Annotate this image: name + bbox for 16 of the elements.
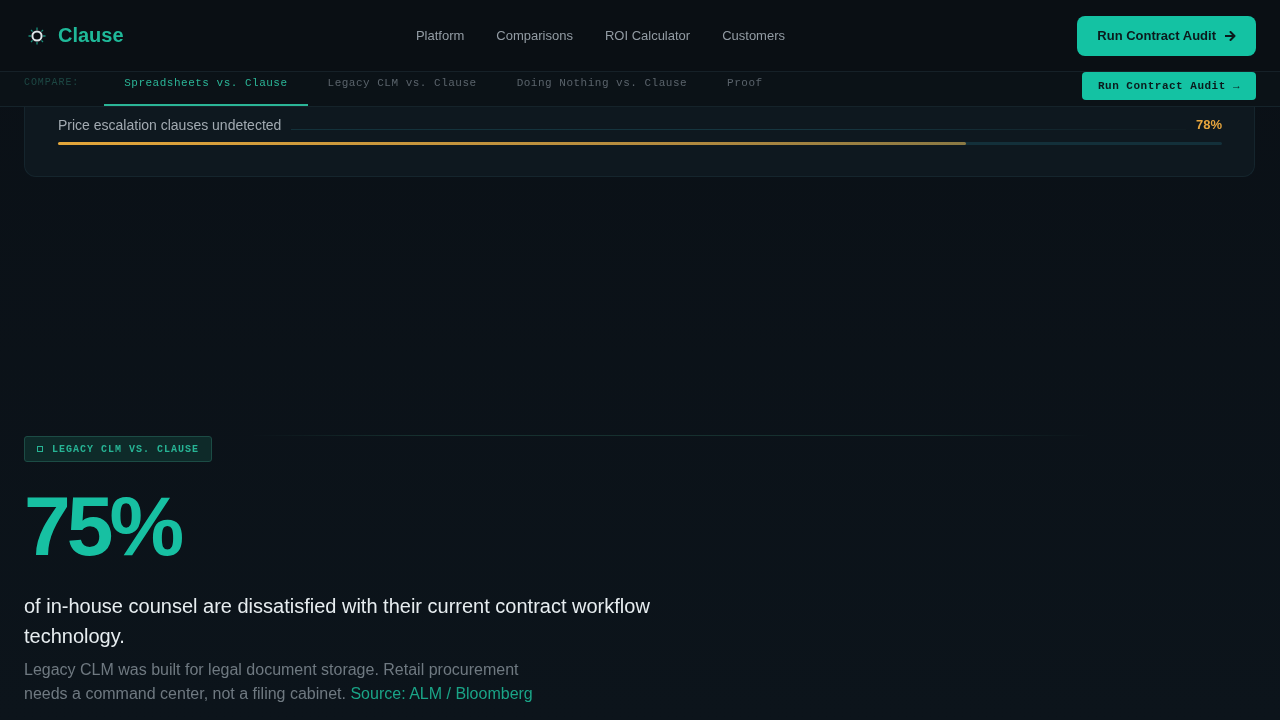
risk-percentage: 78%: [1195, 117, 1222, 133]
stat-figure: 75%: [24, 484, 181, 568]
stat-headline: of in-house counsel are dissatisfied with their current contract workflow technology.: [24, 594, 651, 649]
run-audit-button[interactable]: Run Contract Audit: [1077, 15, 1256, 56]
badge-label: LEGACY CLM VS. CLAUSE: [52, 443, 200, 455]
ring-logo-icon: [28, 26, 46, 45]
run-audit-button[interactable]: Run Contract Audit →: [1081, 72, 1256, 100]
source-link[interactable]: Source: ALM / Bloomberg: [350, 685, 533, 702]
arrow-right-icon: [1225, 30, 1236, 41]
nav-link[interactable]: Platform: [415, 28, 465, 43]
nav-link[interactable]: Customers: [722, 28, 785, 43]
nav-link[interactable]: Comparisons: [496, 28, 573, 43]
nav-link[interactable]: ROI Calculator: [604, 28, 691, 43]
risk-label: Price escalation clauses undetected: [58, 117, 282, 133]
brand-name: Clause: [58, 24, 124, 47]
stat-description: Legacy CLM was built for legal document storage. Retail procurement needs a command center, not a filing cabinet. Source: ALM / Bloomberg: [24, 660, 534, 704]
